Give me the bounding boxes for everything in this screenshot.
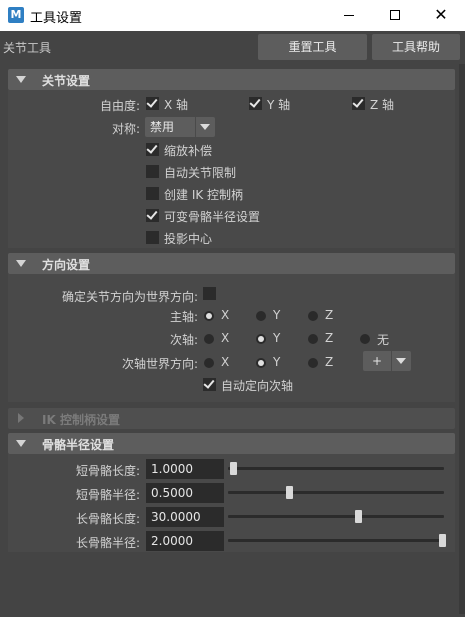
- primary-axis-y-radio[interactable]: [256, 311, 266, 321]
- tool-help-button[interactable]: 工具帮助: [372, 34, 460, 60]
- secondary-world-z-label: Z: [325, 355, 334, 369]
- section-title: IK 控制柄设置: [42, 413, 120, 427]
- secondary-axis-z-label: Z: [325, 331, 334, 345]
- primary-axis-label: 主轴:: [169, 310, 198, 324]
- chevron-down-icon: [200, 124, 210, 130]
- secondary-axis-none-label: 无: [377, 333, 390, 347]
- section-title: 方向设置: [42, 258, 91, 272]
- auto-joint-limits-checkbox[interactable]: [146, 165, 159, 178]
- chevron-down-icon: [396, 358, 406, 364]
- dof-z-label: Z 轴: [370, 98, 395, 112]
- sign-value: +: [372, 354, 383, 368]
- create-ik-handle-checkbox[interactable]: [146, 187, 159, 200]
- primary-axis-x-radio[interactable]: [204, 311, 214, 321]
- secondary-axis-y-label: Y: [273, 331, 281, 345]
- auto-joint-limits-label: 自动关节限制: [164, 166, 237, 180]
- secondary-axis-none-radio[interactable]: [360, 334, 370, 344]
- long-bone-radius-slider[interactable]: [228, 539, 444, 542]
- long-bone-length-slider-handle[interactable]: [355, 510, 363, 523]
- secondary-world-x-radio[interactable]: [204, 358, 214, 368]
- joint-settings-body: 自由度: X 轴 Y 轴 Z 轴 对称: 禁用 缩放补偿 自动关节限制 创建 I…: [8, 90, 455, 248]
- primary-axis-x-label: X: [221, 308, 230, 322]
- dof-x-label: X 轴: [164, 98, 189, 112]
- long-bone-length-field[interactable]: 30.0000: [146, 507, 224, 527]
- primary-axis-z-label: Z: [325, 308, 334, 322]
- secondary-world-z-radio[interactable]: [308, 358, 318, 368]
- window-title: 工具设置: [30, 11, 83, 26]
- long-bone-radius-slider-handle[interactable]: [439, 534, 446, 547]
- short-bone-radius-field[interactable]: 0.5000: [146, 483, 224, 503]
- expand-triangle-icon: [16, 76, 26, 83]
- dof-x-checkbox[interactable]: [146, 97, 159, 110]
- secondary-world-y-label: Y: [273, 355, 281, 369]
- maximize-icon[interactable]: [372, 0, 418, 31]
- dof-z-checkbox[interactable]: [352, 97, 365, 110]
- world-orient-checkbox[interactable]: [203, 287, 216, 300]
- app-logo-icon: M: [8, 7, 24, 23]
- bone-radius-settings-body: 短骨骼长度: 1.0000 短骨骼半径: 0.5000 长骨骼长度: 30.00…: [8, 454, 455, 552]
- long-bone-radius-label: 长骨骼半径:: [75, 536, 140, 550]
- symmetry-label: 对称:: [111, 122, 140, 136]
- short-bone-radius-label: 短骨骼半径:: [75, 488, 140, 502]
- dof-y-label: Y 轴: [267, 98, 291, 112]
- snap-to-center-label: 投影中心: [164, 232, 213, 246]
- short-bone-length-field[interactable]: 1.0000: [146, 459, 224, 479]
- scale-compensate-label: 缩放补偿: [164, 144, 213, 158]
- auto-orient-label: 自动定向次轴: [221, 379, 294, 393]
- orientation-settings-body: 确定关节方向为世界方向: 主轴: X Y Z 次轴: X Y Z 无 次轴世界方…: [8, 274, 455, 402]
- reset-tool-button[interactable]: 重置工具: [258, 34, 367, 60]
- tool-row: 关节工具 重置工具 工具帮助: [0, 31, 465, 64]
- secondary-axis-y-radio[interactable]: [256, 334, 266, 344]
- short-bone-length-label: 短骨骼长度:: [75, 464, 140, 478]
- secondary-axis-x-label: X: [221, 331, 230, 345]
- primary-axis-z-radio[interactable]: [308, 311, 318, 321]
- short-bone-radius-slider[interactable]: [228, 491, 444, 494]
- short-bone-radius-slider-handle[interactable]: [286, 486, 294, 499]
- variable-bone-radius-checkbox[interactable]: [146, 209, 159, 222]
- variable-bone-radius-label: 可变骨骼半径设置: [164, 210, 261, 224]
- orientation-settings-header[interactable]: 方向设置: [8, 253, 455, 274]
- title-bar: M 工具设置 ✕: [0, 0, 465, 31]
- scale-compensate-checkbox[interactable]: [146, 143, 159, 156]
- short-bone-length-slider-handle[interactable]: [230, 462, 237, 475]
- primary-axis-y-label: Y: [273, 308, 281, 322]
- secondary-world-sign-dropdown[interactable]: +: [363, 351, 411, 371]
- secondary-world-x-label: X: [221, 355, 230, 369]
- long-bone-radius-field[interactable]: 2.0000: [146, 531, 224, 551]
- long-bone-length-label: 长骨骼长度:: [75, 512, 140, 526]
- expand-triangle-icon: [16, 260, 26, 267]
- section-title: 关节设置: [42, 74, 91, 88]
- expand-triangle-icon: [16, 440, 26, 447]
- tool-name-label: 关节工具: [3, 41, 52, 55]
- bone-radius-settings-header[interactable]: 骨骼半径设置: [8, 433, 455, 454]
- short-bone-length-slider[interactable]: [228, 467, 444, 470]
- secondary-axis-label: 次轴:: [169, 333, 198, 347]
- collapsed-triangle-icon: [18, 413, 24, 423]
- symmetry-dropdown[interactable]: 禁用: [145, 117, 215, 137]
- scrollbar[interactable]: [459, 64, 465, 614]
- secondary-world-y-radio[interactable]: [256, 358, 266, 368]
- minimize-icon[interactable]: [326, 0, 372, 31]
- secondary-world-label: 次轴世界方向:: [121, 357, 198, 371]
- ik-handle-settings-header[interactable]: IK 控制柄设置: [8, 408, 455, 429]
- close-icon[interactable]: ✕: [418, 0, 464, 31]
- long-bone-length-slider[interactable]: [228, 515, 444, 518]
- world-orient-label: 确定关节方向为世界方向:: [61, 290, 198, 304]
- dof-label: 自由度:: [99, 99, 140, 113]
- create-ik-handle-label: 创建 IK 控制柄: [164, 188, 244, 202]
- auto-orient-checkbox[interactable]: [203, 378, 216, 391]
- dof-y-checkbox[interactable]: [249, 97, 262, 110]
- secondary-axis-z-radio[interactable]: [308, 334, 318, 344]
- section-title: 骨骼半径设置: [42, 438, 115, 452]
- joint-settings-header[interactable]: 关节设置: [8, 69, 455, 90]
- symmetry-value: 禁用: [150, 120, 175, 134]
- snap-to-center-checkbox[interactable]: [146, 231, 159, 244]
- secondary-axis-x-radio[interactable]: [204, 334, 214, 344]
